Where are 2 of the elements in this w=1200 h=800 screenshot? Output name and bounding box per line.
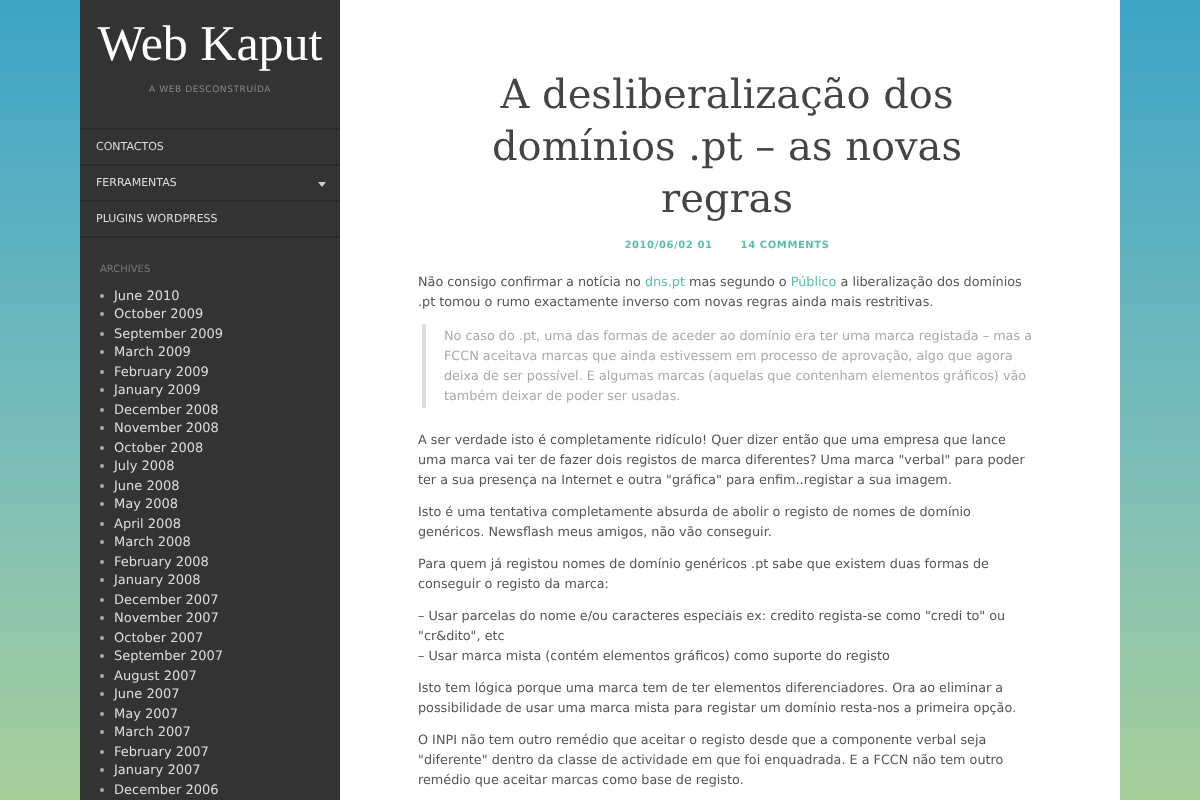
- post-title: A desliberalização dos domínios .pt – as novas regras: [489, 68, 964, 224]
- site-title: Web Kaput: [95, 16, 325, 74]
